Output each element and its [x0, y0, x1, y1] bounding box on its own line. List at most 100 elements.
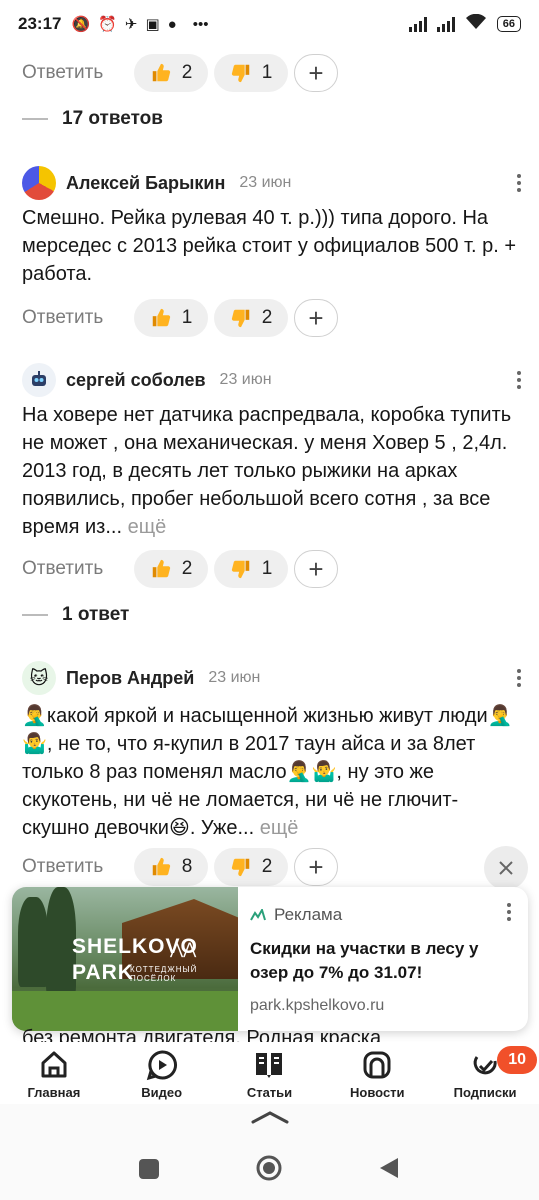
thumbs-down-icon: [231, 64, 249, 83]
circle-icon: [256, 1155, 282, 1181]
like-button[interactable]: 8: [134, 848, 208, 886]
reply-button[interactable]: Ответить: [22, 558, 118, 580]
reply-button[interactable]: Ответить: [22, 307, 118, 329]
ad-image[interactable]: SHELKOVO ⋀⋀ PARK КОТТЕДЖНЫЙ ПОСЁЛОК: [12, 887, 238, 1031]
replies-count: 17 ответов: [62, 108, 163, 129]
avatar[interactable]: 🐱: [22, 661, 56, 695]
avatar[interactable]: [22, 166, 56, 200]
comment-header: сергей соболев 23 июн: [22, 363, 522, 397]
more-options-icon[interactable]: [516, 669, 522, 687]
divider: [22, 614, 48, 616]
reaction-row: Ответить 2 1 +: [22, 54, 338, 92]
ad-logo-sub: КОТТЕДЖНЫЙ ПОСЁЛОК: [130, 965, 198, 983]
mute-icon: 🔕: [71, 16, 91, 33]
more-options-icon[interactable]: [516, 371, 522, 389]
nav-label: Новости: [350, 1085, 405, 1100]
nav-label: Главная: [27, 1085, 81, 1100]
bottom-navigation: Главная Видео Статьи Новости 10 Подписки: [0, 1042, 539, 1104]
comment-date: 23 июн: [219, 371, 272, 388]
home-system-button[interactable]: [255, 1154, 283, 1187]
ad-url[interactable]: park.kpshelkovo.ru: [250, 997, 516, 1015]
replies-count: 1 ответ: [62, 604, 130, 625]
dislike-count: 1: [261, 558, 273, 579]
dislike-count: 1: [261, 62, 273, 83]
battery-icon: 66: [496, 16, 521, 32]
add-reaction-button[interactable]: +: [294, 54, 338, 92]
replies-toggle[interactable]: 1 ответ: [22, 604, 129, 626]
thumbs-up-icon: [152, 559, 170, 578]
reply-button[interactable]: Ответить: [22, 856, 118, 878]
back-button[interactable]: [378, 1156, 400, 1185]
like-count: 1: [181, 307, 193, 328]
expand-more-link[interactable]: ещё: [128, 516, 167, 538]
status-bar: 23:17 🔕 ⏰ ✈ ▣ ● ••• 66: [0, 0, 539, 48]
back-triangle-icon: [380, 1158, 398, 1178]
thumbs-down-icon: [231, 858, 249, 877]
nav-label: Подписки: [453, 1085, 517, 1100]
comment-text: 🤦‍♂️какой яркой и насыщенной жизнью живу…: [22, 702, 522, 842]
thumbs-up-icon: [152, 857, 170, 876]
avatar[interactable]: [22, 363, 56, 397]
comment-text: Смешно. Рейка рулевая 40 т. р.))) типа д…: [22, 207, 517, 285]
like-count: 8: [181, 856, 193, 877]
like-count: 2: [181, 62, 193, 83]
nav-home[interactable]: Главная: [0, 1042, 108, 1104]
like-count: 2: [181, 558, 193, 579]
ad-title[interactable]: Скидки на участки в лесу у озер до 7% до…: [250, 937, 516, 985]
nav-news[interactable]: Новости: [323, 1042, 431, 1104]
like-button[interactable]: 2: [134, 54, 208, 92]
thumbs-up-icon: [152, 308, 170, 327]
ad-brand-icon: [250, 909, 266, 921]
home-icon: [37, 1048, 71, 1082]
nav-label: Статьи: [246, 1085, 293, 1100]
dislike-count: 2: [261, 307, 273, 328]
more-options-icon[interactable]: [516, 174, 522, 192]
chat-icon: ●: [167, 15, 177, 33]
comment-date: 23 июн: [208, 669, 261, 686]
dislike-button[interactable]: 2: [214, 848, 288, 886]
ad-banner[interactable]: SHELKOVO ⋀⋀ PARK КОТТЕДЖНЫЙ ПОСЁЛОК Рекл…: [12, 887, 528, 1031]
dislike-button[interactable]: 1: [214, 54, 288, 92]
thumbs-down-icon: [231, 560, 249, 579]
nav-articles[interactable]: Статьи: [216, 1042, 324, 1104]
author-name[interactable]: Перов Андрей: [66, 668, 194, 689]
author-name[interactable]: Алексей Барыкин: [66, 173, 225, 194]
reaction-row: Ответить 2 1 +: [22, 550, 338, 588]
reaction-row: Ответить 1 2 +: [22, 299, 338, 337]
close-icon: [499, 861, 513, 875]
chevron-up-icon[interactable]: [251, 1110, 289, 1124]
more-icon: •••: [192, 15, 209, 33]
replies-toggle[interactable]: 17 ответов: [22, 108, 163, 130]
dislike-button[interactable]: 1: [214, 550, 288, 588]
comment-header: 🐱 Перов Андрей 23 июн: [22, 661, 522, 695]
ad-more-options-icon[interactable]: [506, 903, 512, 921]
dislike-button[interactable]: 2: [214, 299, 288, 337]
signal-icon: [408, 16, 427, 32]
divider: [22, 118, 48, 120]
reply-button[interactable]: Ответить: [22, 62, 118, 84]
comment-text: На ховере нет датчика распредвала, короб…: [22, 401, 522, 541]
like-button[interactable]: 2: [134, 550, 208, 588]
add-reaction-button[interactable]: +: [294, 550, 338, 588]
add-reaction-button[interactable]: +: [294, 848, 338, 886]
signal-icon-2: [436, 16, 455, 32]
status-time: 23:17: [18, 14, 62, 33]
add-reaction-button[interactable]: +: [294, 299, 338, 337]
reaction-row: Ответить 8 2 +: [22, 848, 338, 886]
nav-subscriptions[interactable]: 10 Подписки: [431, 1042, 539, 1104]
telegram-icon: ✈: [124, 16, 138, 33]
recent-apps-button[interactable]: [138, 1158, 160, 1185]
news-icon: [360, 1048, 394, 1082]
ad-label-text: Реклама: [274, 905, 343, 924]
nav-video[interactable]: Видео: [108, 1042, 216, 1104]
thumbs-up-icon: [152, 63, 170, 82]
ad-logo-line2: PARK: [72, 961, 134, 984]
author-name[interactable]: сергей соболев: [66, 370, 206, 391]
like-button[interactable]: 1: [134, 299, 208, 337]
alarm-icon: ⏰: [98, 16, 117, 33]
ad-close-button[interactable]: [484, 846, 528, 890]
comment-body: На ховере нет датчика распредвала, короб…: [22, 404, 512, 538]
dislike-count: 2: [261, 856, 273, 877]
comment-header: Алексей Барыкин 23 июн: [22, 166, 522, 200]
expand-more-link[interactable]: ещё: [260, 817, 299, 839]
